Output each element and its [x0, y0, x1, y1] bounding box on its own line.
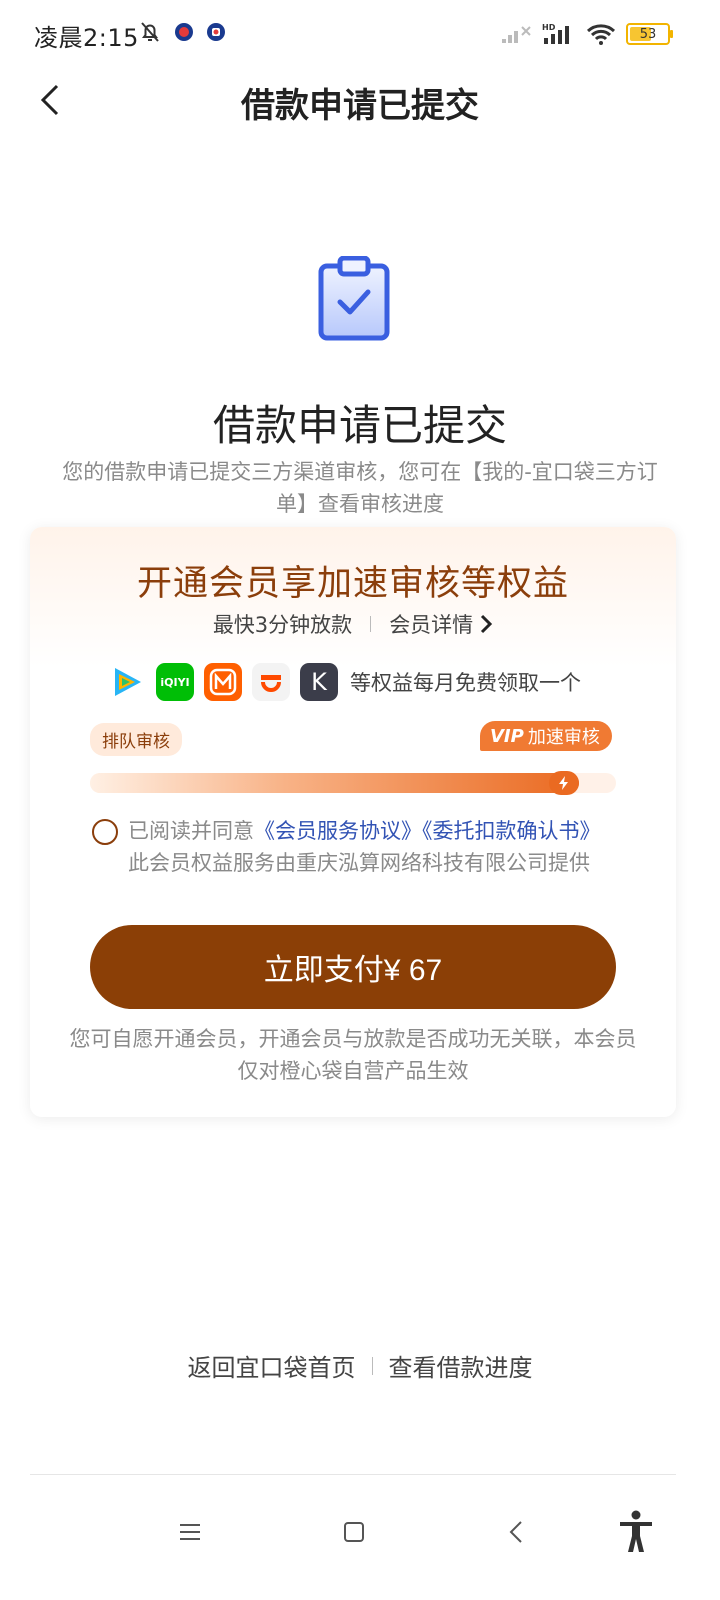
- signal-hd-icon: HD: [542, 23, 569, 44]
- queue-review-tag: 排队审核: [90, 723, 182, 756]
- progress-fill: [90, 773, 579, 793]
- agreement-prefix: 已阅读并同意: [128, 819, 254, 843]
- agreement-checkbox[interactable]: [92, 819, 118, 845]
- mgtv-icon: [204, 663, 242, 701]
- nav-divider: [30, 1474, 676, 1475]
- benefits-text: 等权益每月免费领取一个: [350, 671, 581, 695]
- app-notification-icon: [175, 23, 193, 41]
- app-icon: [252, 663, 290, 701]
- divider: [371, 1356, 373, 1375]
- fast-loan-text: 最快3分钟放款: [212, 613, 353, 637]
- chevron-left-icon: [509, 1521, 522, 1543]
- membership-card: 开通会员享加速审核等权益 最快3分钟放款 会员详情 iQIYI K 等权益每月免…: [30, 527, 676, 1117]
- battery-indicator: 53: [626, 23, 673, 45]
- svg-text:HD: HD: [542, 23, 556, 32]
- accessibility-icon: [620, 1510, 652, 1552]
- chevron-right-icon: [481, 614, 493, 634]
- card-subtitle: 最快3分钟放款 会员详情: [30, 609, 676, 639]
- signal-no-service-icon: [502, 26, 531, 43]
- iqiyi-icon: iQIYI: [156, 663, 194, 701]
- agreement-suffix: 此会员权益服务由重庆泓算网络科技有限公司提供: [128, 851, 590, 875]
- vip-label: VIP: [490, 725, 524, 747]
- card-title: 开通会员享加速审核等权益: [136, 564, 569, 604]
- vip-accelerate-tag: VIP 加速审核: [480, 721, 612, 751]
- header: 借款申请已提交: [0, 70, 720, 130]
- square-icon: [344, 1522, 364, 1542]
- member-detail-label: 会员详情: [389, 613, 474, 637]
- member-service-agreement-link[interactable]: 《会员服务协议》: [254, 819, 422, 843]
- battery-level: 53: [639, 26, 657, 42]
- accelerate-label: 加速审核: [527, 727, 600, 748]
- status-right-icons: HD 53: [500, 22, 673, 46]
- menu-icon: [180, 1524, 200, 1540]
- lightning-icon: [549, 771, 579, 795]
- app-notification-icon: [207, 23, 225, 41]
- hero-description: 您的借款申请已提交三方渠道审核，您可在【我的-宜口袋三方订单】查看审核进度: [62, 460, 658, 516]
- progress-track: [90, 771, 616, 795]
- back-home-link[interactable]: 返回宜口袋首页: [188, 1348, 356, 1383]
- agreement-section: 已阅读并同意《会员服务协议》《委托扣款确认书》此会员权益服务由重庆泓算网络科技有…: [92, 815, 612, 879]
- mute-bell-icon: [141, 22, 159, 42]
- accessibility-button[interactable]: [606, 1502, 666, 1562]
- debit-confirmation-link[interactable]: 《委托扣款确认书》: [422, 819, 601, 843]
- status-time: 凌晨2:15: [34, 24, 139, 52]
- member-detail-link[interactable]: 会员详情: [389, 609, 493, 639]
- benefit-apps-row: iQIYI K 等权益每月免费领取一个: [108, 663, 581, 701]
- bottom-links: 返回宜口袋首页 查看借款进度: [0, 1348, 720, 1383]
- hero-title: 借款申请已提交: [212, 401, 507, 450]
- agreement-text: 已阅读并同意《会员服务协议》《委托扣款确认书》此会员权益服务由重庆泓算网络科技有…: [92, 815, 612, 879]
- clipboard-check-icon: [318, 256, 390, 341]
- status-left-icons: [138, 20, 226, 44]
- wifi-icon: [586, 24, 616, 45]
- nav-back-button[interactable]: [486, 1502, 546, 1562]
- k-app-icon: K: [300, 663, 338, 701]
- page-title: 借款申请已提交: [241, 86, 479, 126]
- tencent-video-icon: [108, 663, 146, 701]
- menu-button[interactable]: [160, 1502, 220, 1562]
- home-button[interactable]: [324, 1502, 384, 1562]
- view-loan-progress-link[interactable]: 查看借款进度: [389, 1348, 533, 1383]
- system-nav-bar: [0, 1476, 720, 1600]
- divider: [370, 616, 372, 632]
- card-note: 您可自愿开通会员，开通会员与放款是否成功无关联，本会员仅对橙心袋自营产品生效: [69, 1027, 637, 1083]
- pay-now-button[interactable]: 立即支付¥ 67: [90, 925, 616, 1009]
- status-bar: 凌晨2:15 HD 53: [0, 0, 720, 70]
